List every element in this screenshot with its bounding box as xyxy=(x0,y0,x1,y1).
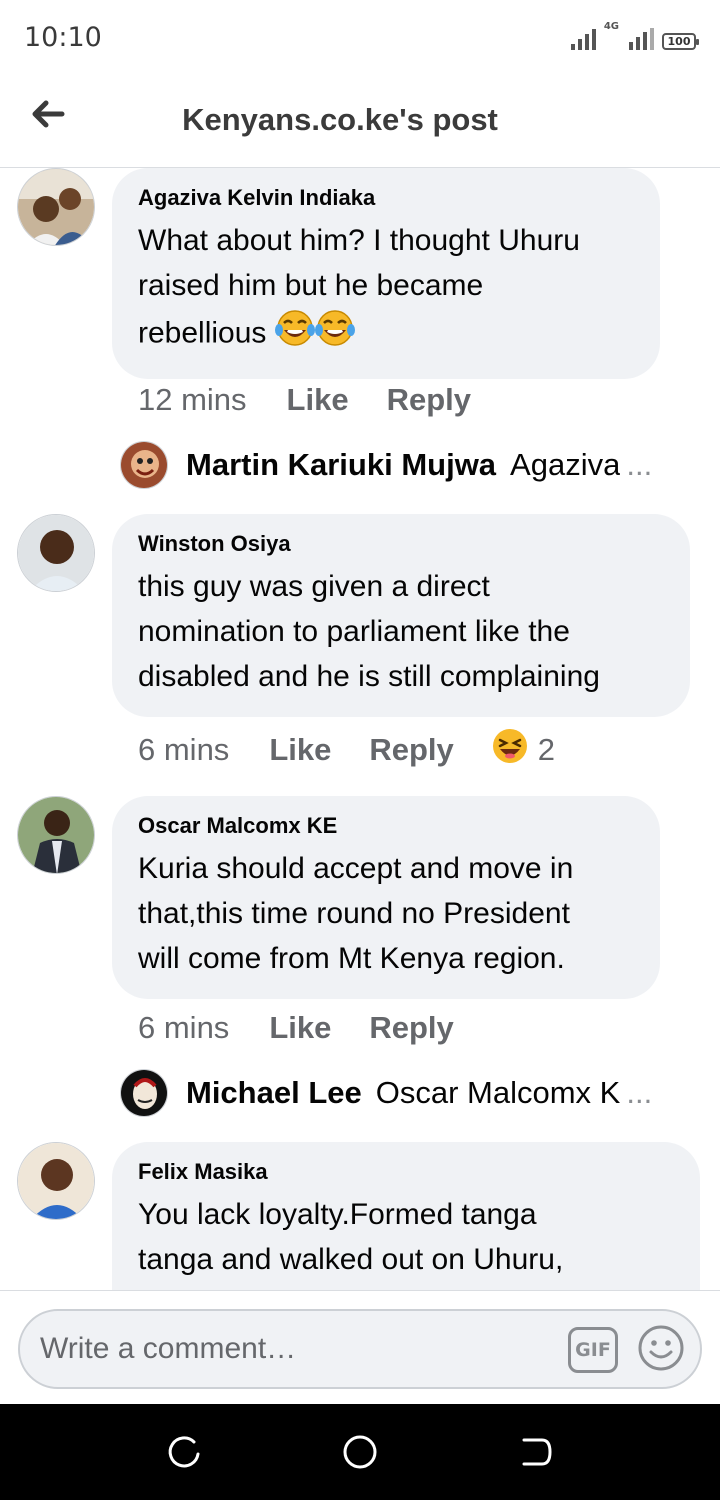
comment-meta: 6 mins Like Reply xyxy=(138,1010,492,1046)
laughing-reaction-icon xyxy=(492,728,528,772)
comment-line: You lack loyalty.Formed tanga xyxy=(138,1198,537,1231)
post-header: Kenyans.co.ke's post xyxy=(0,72,720,168)
avatar[interactable] xyxy=(17,1142,95,1220)
comment-text: What about him? I thought Uhuru raised h… xyxy=(138,218,634,361)
page-title: Kenyans.co.ke's post xyxy=(182,102,498,137)
system-nav-bar xyxy=(0,1404,720,1500)
reaction-count: 2 xyxy=(537,732,556,767)
comment-meta: 12 mins Like Reply xyxy=(138,382,509,418)
reaction-summary[interactable]: 2 xyxy=(492,728,555,772)
comments-list: Agaziva Kelvin Indiaka What about him? I… xyxy=(0,168,720,1290)
comment-bubble[interactable]: Winston Osiya this guy was given a direc… xyxy=(112,514,690,717)
back-nav-icon[interactable] xyxy=(516,1432,556,1472)
comment-line: tanga and walked out on Uhuru, xyxy=(138,1243,564,1276)
comment-line: rebellious xyxy=(138,308,634,361)
status-time: 10:10 xyxy=(24,22,102,53)
like-button[interactable]: Like xyxy=(269,1010,331,1046)
recent-apps-icon[interactable] xyxy=(164,1432,204,1472)
tears-of-joy-emoji-icon xyxy=(274,308,315,361)
like-button[interactable]: Like xyxy=(287,382,349,418)
comment-author[interactable]: Winston Osiya xyxy=(138,530,664,558)
avatar[interactable] xyxy=(17,796,95,874)
reply-text: Agaziva xyxy=(510,447,621,482)
home-icon[interactable] xyxy=(340,1432,380,1472)
comment-line-text: rebellious xyxy=(138,316,267,350)
reply-button[interactable]: Reply xyxy=(369,732,453,768)
comment-line: will come from Mt Kenya region. xyxy=(138,942,565,975)
emoji-picker-icon[interactable] xyxy=(636,1323,686,1373)
comment-bubble[interactable]: Oscar Malcomx KE Kuria should accept and… xyxy=(112,796,660,999)
like-button[interactable]: Like xyxy=(269,732,331,768)
reply-preview[interactable]: Martin Kariuki Mujwa Agaziva ... xyxy=(120,440,680,490)
reply-button[interactable]: Reply xyxy=(387,382,471,418)
comment-input[interactable] xyxy=(40,1311,540,1387)
comment-time[interactable]: 6 mins xyxy=(138,1010,229,1046)
comment-time[interactable]: 12 mins xyxy=(138,382,247,418)
gif-button[interactable]: GIF xyxy=(568,1327,618,1373)
comment-line: nomination to parliament like the xyxy=(138,615,570,648)
status-bar: 10:10 4G 100 xyxy=(0,0,720,72)
network-type: 4G xyxy=(603,21,619,32)
avatar[interactable] xyxy=(17,514,95,592)
reply-author: Martin Kariuki Mujwa xyxy=(186,447,497,482)
reply-ellipsis: ... xyxy=(626,1075,653,1110)
battery-icon: 100 xyxy=(662,33,699,50)
comment-author[interactable]: Felix Masika xyxy=(138,1158,674,1186)
reply-text: Oscar Malcomx K xyxy=(375,1075,621,1110)
cell-signal-icon xyxy=(629,28,654,50)
avatar xyxy=(120,1069,168,1117)
comment-author[interactable]: Agaziva Kelvin Indiaka xyxy=(138,184,634,212)
comment-text: You lack loyalty.Formed tanga tanga and … xyxy=(138,1192,674,1282)
comment-text: this guy was given a direct nomination t… xyxy=(138,564,664,699)
comment-bubble[interactable]: Agaziva Kelvin Indiaka What about him? I… xyxy=(112,168,660,379)
comment-composer: GIF xyxy=(0,1290,720,1402)
comment-line: raised him but he became xyxy=(138,269,484,302)
comment-line: What about him? I thought Uhuru xyxy=(138,224,580,257)
avatar[interactable] xyxy=(17,168,95,246)
reply-preview[interactable]: Michael Lee Oscar Malcomx K ... xyxy=(120,1068,680,1118)
comment-line: Kuria should accept and move in xyxy=(138,852,574,885)
comment-line: that,this time round no President xyxy=(138,897,570,930)
comment-line: this guy was given a direct xyxy=(138,570,490,603)
avatar xyxy=(120,441,168,489)
comment-input-box: GIF xyxy=(18,1309,702,1389)
comment-text: Kuria should accept and move in that,thi… xyxy=(138,846,634,981)
wifi-signal-icon xyxy=(570,28,596,50)
status-icons: 4G 100 xyxy=(570,21,699,50)
comment-bubble[interactable]: Felix Masika You lack loyalty.Formed tan… xyxy=(112,1142,700,1290)
comment-line: disabled and he is still complaining xyxy=(138,660,600,693)
reply-author: Michael Lee xyxy=(186,1075,362,1110)
reply-ellipsis: ... xyxy=(626,447,653,482)
comment-meta: 6 mins Like Reply 2 xyxy=(138,728,555,772)
comment-time[interactable]: 6 mins xyxy=(138,732,229,768)
comment-author[interactable]: Oscar Malcomx KE xyxy=(138,812,634,840)
reply-button[interactable]: Reply xyxy=(369,1010,453,1046)
tears-of-joy-emoji-icon xyxy=(314,308,355,361)
